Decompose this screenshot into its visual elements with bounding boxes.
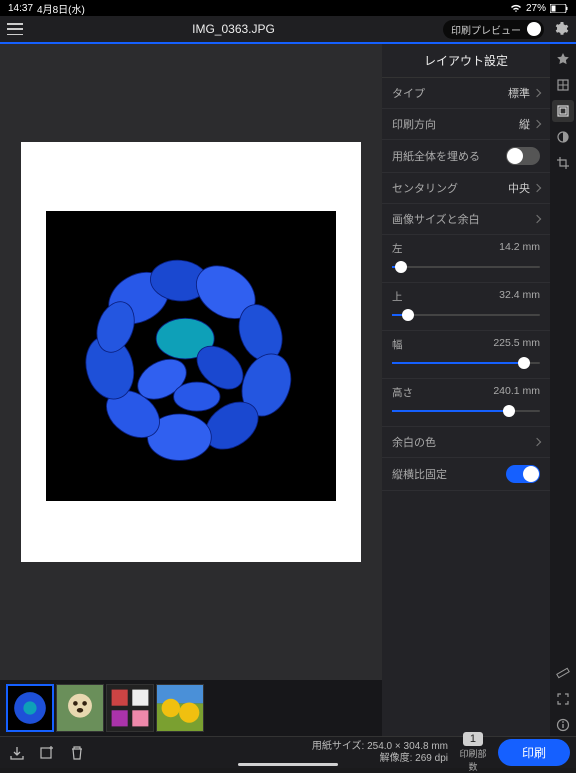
battery-text: 27% <box>526 3 546 14</box>
contrast-icon <box>556 130 570 144</box>
home-indicator <box>238 763 338 766</box>
rail-ruler[interactable] <box>552 662 574 684</box>
left-label: 左 <box>392 241 403 256</box>
res-value: 269 dpi <box>415 753 448 764</box>
app-header: IMG_0363.JPG 印刷プレビュー <box>0 16 576 44</box>
height-value: 240.1 mm <box>493 385 540 400</box>
ruler-icon <box>556 666 570 680</box>
thumb-2[interactable] <box>56 684 104 732</box>
row-aspect-lock[interactable]: 縦横比固定 <box>382 458 550 491</box>
width-label: 幅 <box>392 337 403 352</box>
rail-favorite[interactable] <box>552 48 574 70</box>
center-value: 中央 <box>508 180 530 196</box>
chevron-right-icon <box>533 438 541 446</box>
import-button[interactable] <box>6 742 28 764</box>
toggle-knob <box>527 22 541 36</box>
status-time: 14:37 <box>8 3 33 14</box>
file-title: IMG_0363.JPG <box>32 22 435 36</box>
row-margin-color[interactable]: 余白の色 <box>382 427 550 458</box>
add-image-icon <box>39 745 55 761</box>
slider-width[interactable]: 幅 225.5 mm <box>382 331 550 379</box>
chevron-right-icon <box>533 184 541 192</box>
trash-icon <box>69 745 85 761</box>
rail-layout[interactable] <box>552 100 574 122</box>
top-value: 32.4 mm <box>499 289 540 304</box>
copies-count: 1 <box>463 732 483 746</box>
print-info: 用紙サイズ: 254.0 × 304.8 mm 解像度: 269 dpi <box>312 741 448 765</box>
thumb-3[interactable] <box>106 684 154 732</box>
star-icon <box>556 52 570 66</box>
slider-top[interactable]: 上 32.4 mm <box>382 283 550 331</box>
slider-height[interactable]: 高さ 240.1 mm <box>382 379 550 427</box>
row-fill-paper[interactable]: 用紙全体を埋める <box>382 140 550 173</box>
wifi-icon <box>510 3 522 13</box>
slider-left[interactable]: 左 14.2 mm <box>382 235 550 283</box>
row-centering[interactable]: センタリング 中央 <box>382 173 550 204</box>
fill-label: 用紙全体を埋める <box>392 148 480 164</box>
info-icon <box>556 718 570 732</box>
side-rail <box>550 44 576 736</box>
rail-info[interactable] <box>552 714 574 736</box>
copies-label: 印刷部数 <box>456 747 490 773</box>
delete-button[interactable] <box>66 742 88 764</box>
paper-label: 用紙サイズ: <box>312 741 364 752</box>
rail-filter[interactable] <box>552 126 574 148</box>
preview-toggle-label: 印刷プレビュー <box>451 22 521 37</box>
chevron-right-icon <box>533 215 541 223</box>
thumb-4[interactable] <box>156 684 204 732</box>
canvas-spacer <box>0 620 382 680</box>
paper-value: 254.0 × 304.8 mm <box>367 741 448 752</box>
print-paper <box>21 142 361 562</box>
row-size-margin[interactable]: 画像サイズと余白 <box>382 204 550 235</box>
chevron-right-icon <box>533 89 541 97</box>
chevron-right-icon <box>533 120 541 128</box>
orient-value: 縦 <box>519 116 530 132</box>
panel-title: レイアウト設定 <box>382 44 550 78</box>
status-date: 4月8日(水) <box>37 1 85 16</box>
download-icon <box>9 745 25 761</box>
gear-icon <box>553 21 569 37</box>
row-orientation[interactable]: 印刷方向 縦 <box>382 109 550 140</box>
aspect-lock-label: 縦横比固定 <box>392 466 447 482</box>
preview-toggle[interactable]: 印刷プレビュー <box>443 20 544 39</box>
hamburger-icon <box>7 23 23 35</box>
height-label: 高さ <box>392 385 413 400</box>
rail-crop[interactable] <box>552 74 574 96</box>
center-label: センタリング <box>392 180 458 196</box>
rail-crop-tool[interactable] <box>552 152 574 174</box>
battery-icon <box>550 4 568 13</box>
aspect-lock-toggle[interactable] <box>506 465 540 483</box>
layout-icon <box>556 104 570 118</box>
fill-toggle[interactable] <box>506 147 540 165</box>
size-margin-label: 画像サイズと余白 <box>392 211 480 227</box>
thumbnail-strip <box>0 680 382 736</box>
expand-icon <box>556 692 570 706</box>
thumb-1[interactable] <box>6 684 54 732</box>
top-label: 上 <box>392 289 403 304</box>
canvas-area[interactable] <box>0 44 382 620</box>
photo-preview <box>46 211 336 501</box>
row-type[interactable]: タイプ 標準 <box>382 78 550 109</box>
menu-button[interactable] <box>6 20 24 38</box>
crop-icon <box>556 156 570 170</box>
left-value: 14.2 mm <box>499 241 540 256</box>
margin-color-label: 余白の色 <box>392 434 436 450</box>
res-label: 解像度: <box>380 753 413 764</box>
width-value: 225.5 mm <box>493 337 540 352</box>
canvas-zone <box>0 44 382 736</box>
type-label: タイプ <box>392 85 425 101</box>
orient-label: 印刷方向 <box>392 116 436 132</box>
rail-expand[interactable] <box>552 688 574 710</box>
grid-icon <box>556 78 570 92</box>
add-button[interactable] <box>36 742 58 764</box>
settings-button[interactable] <box>552 20 570 38</box>
status-bar: 14:37 4月8日(水) 27% <box>0 0 576 16</box>
layout-panel: レイアウト設定 タイプ 標準 印刷方向 縦 用紙全体を埋める センタリング 中央… <box>382 44 550 736</box>
type-value: 標準 <box>508 85 530 101</box>
copies-control[interactable]: 1 印刷部数 <box>456 732 490 773</box>
main-area: レイアウト設定 タイプ 標準 印刷方向 縦 用紙全体を埋める センタリング 中央… <box>0 44 576 736</box>
print-button[interactable]: 印刷 <box>498 739 570 766</box>
